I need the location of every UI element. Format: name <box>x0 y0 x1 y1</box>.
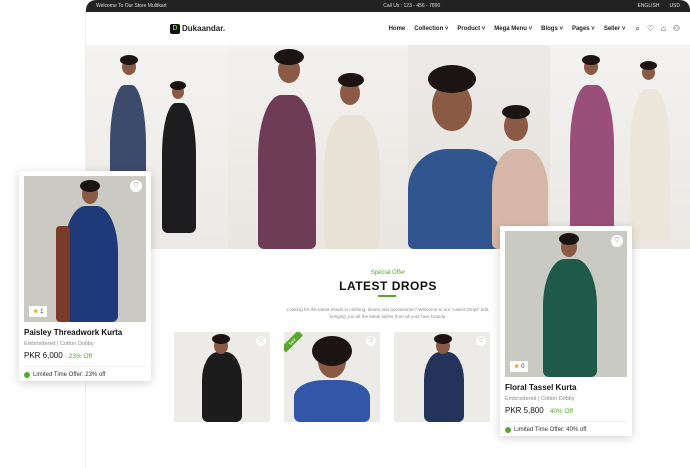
cart-icon[interactable]: ⌂ <box>661 24 666 34</box>
search-icon[interactable]: ⌕ <box>635 24 639 34</box>
product-tile-1[interactable]: ♡ <box>174 332 270 422</box>
nav-item-mega-menu[interactable]: Mega Menu ˅ <box>494 26 532 32</box>
product-price: PKR 5,800 <box>505 406 544 415</box>
nav-item-product[interactable]: Product ˅ <box>457 26 485 32</box>
language-select[interactable]: ENGLISH <box>637 3 659 9</box>
hero-image-2 <box>228 45 408 249</box>
product-meta: Embroidered | Cotton Dobby <box>505 396 575 402</box>
heart-icon[interactable]: ♡ <box>256 336 266 346</box>
offer-dot-icon <box>505 427 511 433</box>
top-bar: Welcome To Our Store Multikart Call Us :… <box>86 0 690 12</box>
heart-icon[interactable]: ♡ <box>476 336 486 346</box>
rating-count: 1 <box>40 309 44 315</box>
hero-banner[interactable] <box>86 45 690 249</box>
star-icon: ★ <box>33 309 39 315</box>
nav-item-pages[interactable]: Pages ˅ <box>572 26 595 32</box>
brand-name: Dukaandar. <box>182 24 226 33</box>
product-name[interactable]: Paisley Threadwork Kurta <box>24 328 146 337</box>
nav-item-collection[interactable]: Collection ˅ <box>414 26 448 32</box>
nav-item-home[interactable]: Home <box>389 26 406 32</box>
welcome-text: Welcome To Our Store Multikart <box>96 3 167 9</box>
product-card-1[interactable]: ♡ ★ 1 Paisley Threadwork Kurta Embroider… <box>19 171 151 381</box>
logo-icon: D <box>170 23 180 34</box>
currency-select[interactable]: USD <box>669 3 680 9</box>
product-meta: Embroidered | Cotton Dobby <box>24 341 94 347</box>
product-tile-3[interactable]: ♡ <box>394 332 490 422</box>
section-description: Looking for the latest trends in clothin… <box>286 307 490 319</box>
product-image[interactable]: ♡ ★ 0 <box>505 231 627 377</box>
offer-line: Limited Time Offer: 40% off <box>505 427 627 433</box>
offer-text: Limited Time Offer: 23% off <box>33 372 106 378</box>
title-underline <box>378 295 396 297</box>
product-price: PKR 6,000 <box>24 351 63 360</box>
nav-item-blogs[interactable]: Blogs ˅ <box>541 26 563 32</box>
brand-logo[interactable]: D Dukaandar. <box>170 23 310 34</box>
discount-label: 40% Off <box>549 408 574 415</box>
heart-icon[interactable]: ♡ <box>366 336 376 346</box>
divider <box>24 366 146 367</box>
offer-dot-icon <box>24 372 30 378</box>
hero-image-3 <box>408 45 550 249</box>
discount-label: 23% Off <box>68 353 93 360</box>
offer-line: Limited Time Offer: 23% off <box>24 372 146 378</box>
wishlist-icon[interactable]: ♡ <box>647 24 654 34</box>
user-icon[interactable]: ⚇ <box>673 24 680 34</box>
divider <box>505 421 627 422</box>
product-card-2[interactable]: ♡ ★ 0 Floral Tassel Kurta Embroidered | … <box>500 226 632 436</box>
sale-badge: Sale <box>284 332 303 353</box>
offer-text: Limited Time Offer: 40% off <box>514 427 587 433</box>
rating-count: 0 <box>521 364 525 370</box>
main-nav: D Dukaandar. Home Collection ˅ Product ˅… <box>86 12 690 45</box>
call-text: Call Us : 123 - 456 - 7890 <box>383 3 441 9</box>
rating-badge: ★ 0 <box>510 361 529 372</box>
rating-badge: ★ 1 <box>29 306 48 317</box>
nav-item-seller[interactable]: Seller ˅ <box>604 26 626 32</box>
product-image[interactable]: ♡ ★ 1 <box>24 176 146 322</box>
star-icon: ★ <box>514 364 520 370</box>
heart-icon[interactable]: ♡ <box>611 235 623 247</box>
menu: Home Collection ˅ Product ˅ Mega Menu ˅ … <box>310 26 635 32</box>
product-name[interactable]: Floral Tassel Kurta <box>505 383 627 392</box>
product-tile-2[interactable]: Sale ♡ <box>284 332 380 422</box>
heart-icon[interactable]: ♡ <box>130 180 142 192</box>
showcase-stage: Welcome To Our Store Multikart Call Us :… <box>0 0 690 468</box>
hero-image-4 <box>550 45 690 249</box>
